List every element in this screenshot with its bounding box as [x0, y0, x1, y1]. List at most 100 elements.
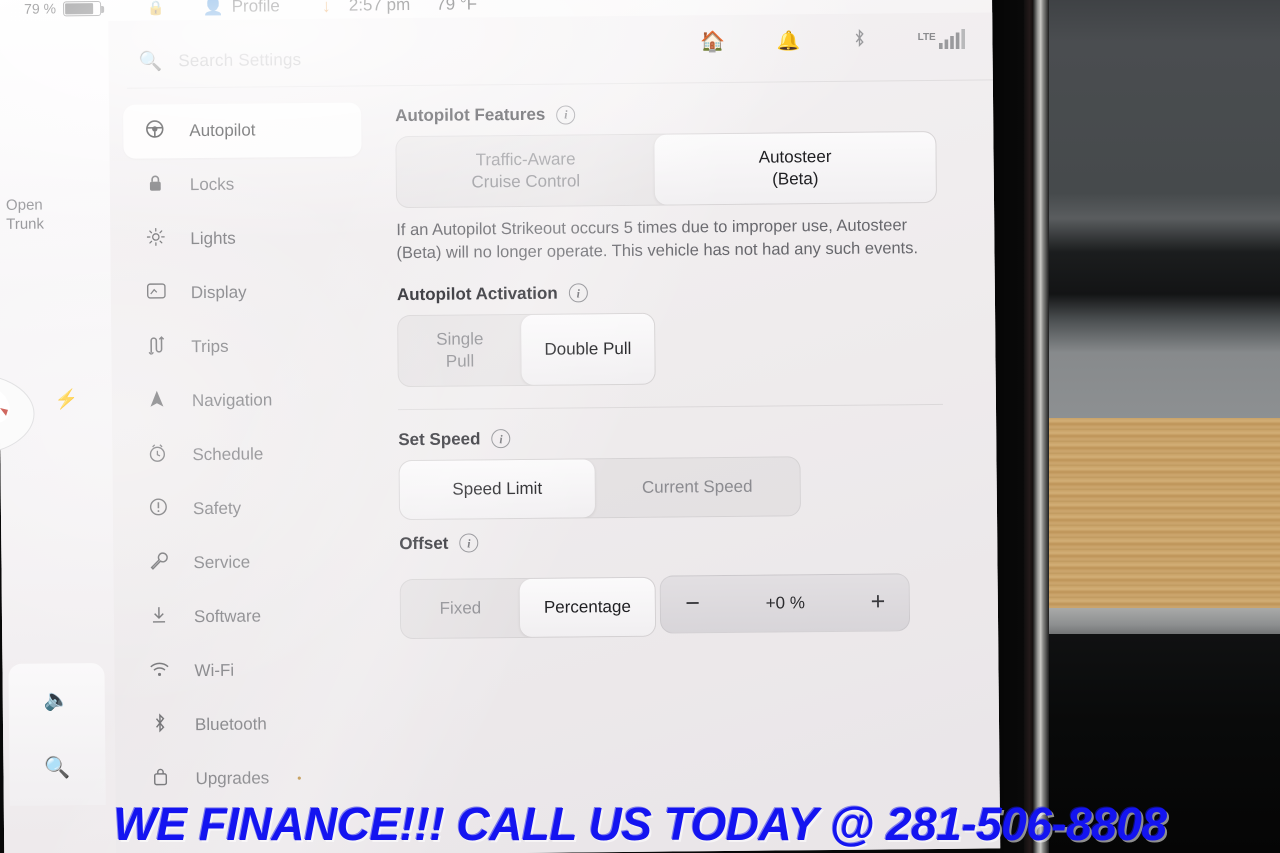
sidebar-item-bluetooth[interactable]: Bluetooth — [129, 696, 368, 752]
search-placeholder: Search Settings — [178, 49, 302, 70]
set-speed-segmented-control: Speed Limit Current Speed — [398, 456, 802, 521]
signal-network-label: LTE — [917, 31, 936, 43]
sidebar-item-navigation[interactable]: Navigation — [126, 372, 365, 428]
left-rail: Open Trunk ⚡ 🔈 🔍 — [0, 20, 117, 853]
sidebar-item-label: Service — [193, 552, 251, 573]
battery-icon — [62, 0, 102, 16]
option-percentage[interactable]: Percentage — [519, 578, 656, 638]
autopilot-activation-segmented-control: Single Pull Double Pull — [397, 312, 656, 388]
section-header-autopilot-features: Autopilot Features i — [395, 101, 945, 126]
settings-panel: 🔍 Search Settings Autopilot Locks Lights… — [108, 12, 1001, 853]
sidebar-item-label: Safety — [192, 498, 242, 519]
sidebar-item-lights[interactable]: Lights — [124, 210, 363, 266]
lock-icon[interactable]: 🔒 — [147, 0, 165, 16]
search-icon[interactable]: 🔍 — [44, 756, 70, 780]
sidebar-item-label: Bluetooth — [194, 714, 267, 735]
sidebar-item-label: Navigation — [191, 390, 273, 411]
offset-segmented-control: Fixed Percentage — [399, 577, 657, 640]
tesla-touchscreen: 79 % 🔒 👤 Profile ↓ 2:57 pm 79 °F Open Tr… — [0, 0, 1001, 853]
sidebar-item-label: Schedule — [192, 444, 264, 465]
option-label: Single Pull — [436, 329, 484, 371]
option-label: Percentage — [543, 597, 631, 618]
download-arrow-icon[interactable]: ↓ — [322, 0, 331, 16]
option-label-line1: Traffic-Aware — [475, 149, 576, 170]
rail-bottom-dock: 🔈 🔍 — [8, 662, 106, 806]
option-autosteer-beta[interactable]: Autosteer (Beta) — [654, 131, 937, 205]
option-label-line1: Autosteer — [758, 146, 832, 167]
bell-icon[interactable]: 🔔 — [777, 29, 801, 53]
battery-percent-label: 79 % — [24, 0, 57, 17]
wifi-icon — [148, 661, 170, 682]
dealer-watermark: WE FINANCE!!! CALL US TODAY @ 281-506-88… — [113, 798, 1167, 850]
info-icon[interactable]: i — [459, 533, 479, 553]
offset-stepper: − +0 % + — [660, 573, 911, 634]
sidebar-item-label: Display — [190, 282, 247, 303]
settings-body: Autopilot Locks Lights Display Trips Nav… — [109, 84, 1000, 853]
option-single-pull[interactable]: Single Pull — [398, 315, 522, 386]
garage-icon[interactable]: 🏠 — [700, 29, 725, 54]
temperature-label: 79 °F — [436, 0, 478, 14]
sidebar-item-wifi[interactable]: Wi-Fi — [128, 642, 367, 698]
charge-bolt-icon: ⚡ — [54, 389, 79, 411]
option-label-line2: Cruise Control — [471, 171, 581, 192]
offset-increase-button[interactable]: + — [871, 588, 886, 616]
bluetooth-icon[interactable] — [853, 28, 866, 54]
sidebar-item-label: Upgrades — [195, 768, 270, 789]
option-label: Current Speed — [641, 476, 753, 497]
status-bar-right-icons: 🏠 🔔 LTE — [700, 28, 965, 54]
section-title: Autopilot Activation — [396, 283, 558, 304]
info-icon[interactable]: i — [556, 104, 576, 125]
section-header-set-speed: Set Speed i — [398, 425, 948, 450]
profile-button[interactable]: 👤 Profile — [202, 0, 280, 17]
clock-label: 2:57 pm — [348, 0, 411, 15]
option-label-line2: (Beta) — [772, 169, 819, 189]
sidebar-item-safety[interactable]: Safety — [127, 480, 366, 536]
trips-route-icon — [145, 335, 167, 359]
vehicle-render[interactable] — [0, 351, 57, 482]
autopilot-strikeout-note: If an Autopilot Strikeout occurs 5 times… — [396, 216, 919, 263]
cellular-bars-icon — [938, 28, 965, 54]
sidebar-item-software[interactable]: Software — [128, 588, 367, 644]
option-double-pull[interactable]: Double Pull — [521, 313, 655, 385]
section-title: Set Speed — [398, 429, 481, 450]
section-divider — [397, 403, 943, 411]
sidebar-item-service[interactable]: Service — [127, 534, 366, 590]
sun-icon — [144, 227, 166, 251]
sidebar-item-label: Trips — [191, 336, 229, 357]
sidebar-item-label: Locks — [189, 174, 235, 195]
open-trunk-label-line1: Open — [5, 196, 43, 214]
download-icon — [148, 605, 170, 629]
info-icon[interactable]: i — [568, 283, 588, 303]
sidebar-item-autopilot[interactable]: Autopilot — [123, 102, 362, 159]
section-title: Autopilot Features — [395, 104, 546, 126]
sidebar-item-label: Wi-Fi — [194, 660, 235, 681]
background-wood-trim — [1045, 418, 1280, 618]
autopilot-features-segmented-control: Traffic-Aware Cruise Control Autosteer (… — [395, 130, 938, 209]
sidebar-item-trips[interactable]: Trips — [125, 318, 364, 374]
option-current-speed[interactable]: Current Speed — [594, 457, 800, 517]
exclamation-circle-icon — [147, 497, 169, 521]
option-label: Speed Limit — [452, 478, 543, 499]
steering-wheel-icon — [143, 119, 165, 143]
offset-decrease-button[interactable]: − — [685, 590, 700, 618]
volume-mute-icon[interactable]: 🔈 — [44, 688, 70, 712]
search-icon: 🔍 — [138, 50, 163, 73]
sidebar-item-label: Software — [193, 606, 262, 627]
option-speed-limit[interactable]: Speed Limit — [399, 459, 596, 520]
clock-icon — [146, 443, 168, 467]
screenshot-root: 79 % 🔒 👤 Profile ↓ 2:57 pm 79 °F Open Tr… — [0, 0, 1280, 853]
section-header-offset: Offset i — [399, 529, 949, 554]
info-icon[interactable]: i — [491, 429, 511, 449]
offset-value-label: +0 % — [765, 593, 806, 613]
bluetooth-icon — [149, 713, 171, 737]
navigation-arrow-icon — [146, 389, 168, 413]
sidebar-item-schedule[interactable]: Schedule — [126, 426, 365, 482]
sidebar-item-display[interactable]: Display — [125, 264, 364, 320]
option-fixed[interactable]: Fixed — [401, 579, 521, 638]
option-label: Fixed — [439, 598, 482, 619]
option-traffic-aware-cruise-control[interactable]: Traffic-Aware Cruise Control — [396, 135, 655, 208]
open-trunk-button[interactable]: Open Trunk — [6, 196, 76, 234]
sidebar-item-locks[interactable]: Locks — [124, 156, 363, 212]
screen-bezel — [1033, 0, 1049, 853]
battery-indicator: 79 % — [24, 0, 102, 17]
